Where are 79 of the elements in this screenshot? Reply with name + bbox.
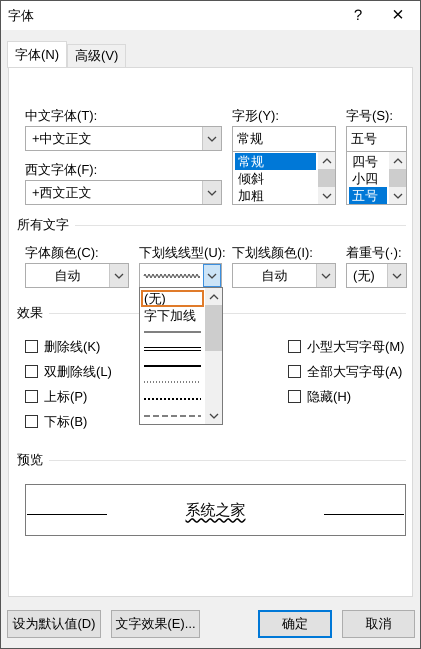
- checkbox[interactable]: [25, 390, 38, 403]
- emphasis-dropdown[interactable]: (无): [346, 263, 407, 288]
- field-label: 字号(S):: [346, 107, 394, 124]
- dotted-heavy-line-icon: [144, 396, 201, 402]
- checkbox[interactable]: [288, 365, 301, 378]
- chevron-down-icon: [207, 188, 217, 196]
- chevron-down-icon: [392, 192, 402, 200]
- preview-text: 系统之家: [186, 500, 246, 520]
- checkbox-label[interactable]: 删除线(K): [44, 338, 100, 356]
- chevron-down-icon: [208, 412, 218, 420]
- dropdown-list[interactable]: (无) 字下加线: [139, 287, 223, 425]
- field-label: 中文字体(T):: [25, 107, 98, 124]
- chevron-down-icon: [321, 272, 331, 280]
- checkbox[interactable]: [25, 340, 38, 353]
- font-dropdown[interactable]: +西文正文: [25, 180, 222, 205]
- field-label: 西文字体(F):: [25, 161, 98, 178]
- dashed-line-icon: [144, 412, 201, 419]
- color-dropdown[interactable]: 自动: [232, 263, 336, 288]
- color-dropdown[interactable]: 自动: [25, 263, 129, 288]
- chevron-up-icon: [392, 156, 402, 164]
- scrollbar-thumb[interactable]: [318, 169, 335, 187]
- chevron-down-icon: [392, 272, 402, 280]
- section-heading: 预览: [17, 451, 43, 469]
- underline-dropdown[interactable]: [139, 263, 222, 288]
- checkbox-label[interactable]: 全部大写字母(A): [307, 362, 402, 380]
- text-field[interactable]: 常规: [232, 126, 336, 151]
- scrollbar-thumb[interactable]: [389, 169, 406, 187]
- scrollbar[interactable]: [205, 288, 222, 424]
- list-box[interactable]: 四号 小四 五号: [346, 151, 407, 205]
- field-label: 字体颜色(C):: [25, 244, 100, 261]
- scrollbar-thumb[interactable]: [205, 305, 222, 351]
- section-heading: 所有文字: [17, 216, 69, 234]
- scrollbar[interactable]: [389, 152, 406, 204]
- chevron-down-icon: [322, 192, 332, 200]
- chevron-up-icon: [208, 292, 218, 300]
- close-button[interactable]: ×: [376, 4, 420, 27]
- checkbox[interactable]: [25, 415, 38, 428]
- dialog-button[interactable]: 取消: [342, 610, 415, 638]
- tab[interactable]: 高级(V): [67, 44, 126, 67]
- double-line-icon: [144, 346, 201, 352]
- checkbox-label[interactable]: 双删除线(L): [44, 362, 112, 380]
- chevron-down-icon: [207, 134, 217, 142]
- list-item[interactable]: 倾斜: [235, 170, 316, 187]
- list-item[interactable]: 小四: [349, 170, 387, 187]
- list-item[interactable]: 五号: [349, 187, 387, 204]
- dialog-button[interactable]: 确定: [258, 610, 332, 638]
- checkbox[interactable]: [288, 390, 301, 403]
- list-item[interactable]: 常规: [235, 153, 316, 170]
- checkbox-label[interactable]: 上标(P): [44, 388, 88, 406]
- wavy-line-icon: [143, 272, 200, 280]
- field-label: 下划线颜色(I):: [232, 244, 314, 261]
- checkbox[interactable]: [288, 340, 301, 353]
- dialog-button[interactable]: 设为默认值(D): [7, 610, 101, 638]
- text-field[interactable]: 五号: [346, 126, 407, 151]
- chevron-up-icon: [322, 156, 332, 164]
- list-item[interactable]: 加粗: [235, 187, 316, 204]
- single-line-icon: [144, 329, 201, 336]
- list-item[interactable]: (无): [141, 290, 204, 307]
- dotted-line-icon: [144, 379, 201, 386]
- checkbox-label[interactable]: 下标(B): [44, 412, 88, 430]
- section-heading: 效果: [17, 304, 43, 322]
- tab[interactable]: 字体(N): [7, 41, 68, 68]
- window-title: 字体: [8, 6, 35, 24]
- scrollbar[interactable]: [318, 152, 335, 204]
- checkbox-label[interactable]: 小型大写字母(M): [307, 338, 404, 356]
- font-dropdown[interactable]: +中文正文: [25, 126, 222, 151]
- field-label: 字形(Y):: [232, 107, 280, 124]
- list-item[interactable]: 字下加线: [141, 307, 204, 324]
- checkbox-label[interactable]: 隐藏(H): [307, 388, 352, 406]
- chevron-down-icon: [114, 272, 124, 280]
- list-item[interactable]: 四号: [349, 153, 387, 170]
- dialog-button[interactable]: 文字效果(E)...: [111, 610, 200, 638]
- chevron-down-icon: [207, 272, 217, 280]
- checkbox[interactable]: [25, 365, 38, 378]
- list-box[interactable]: 常规 倾斜 加粗: [232, 151, 336, 205]
- field-label: 着重号(·):: [346, 244, 403, 261]
- thick-line-icon: [144, 362, 201, 369]
- field-label: 下划线线型(U):: [139, 244, 222, 261]
- help-button[interactable]: ?: [340, 7, 376, 24]
